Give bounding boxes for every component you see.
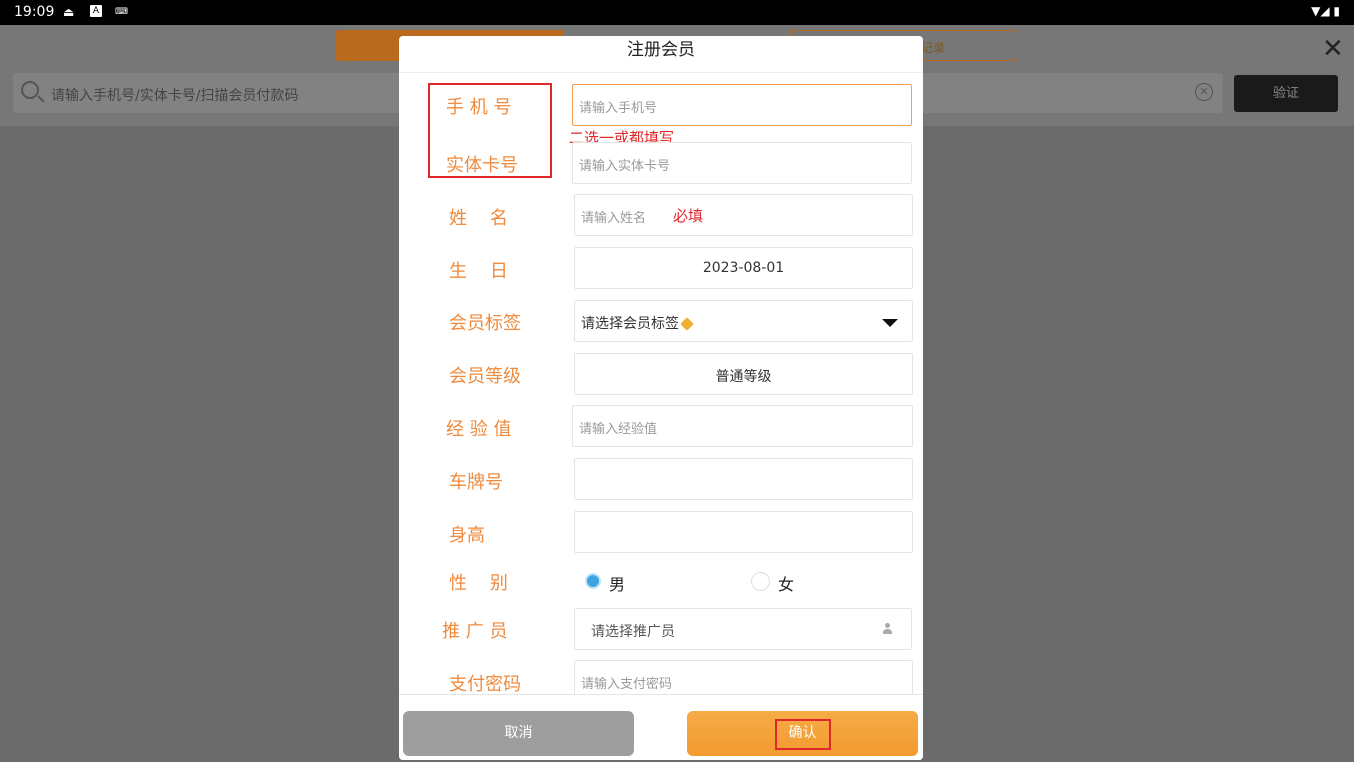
dialog-title: 注册会员 xyxy=(399,36,923,73)
exp-input[interactable]: 请输入经验值 xyxy=(572,405,913,447)
birthday-value: 2023-08-01 xyxy=(702,260,785,276)
gender-female-radio[interactable] xyxy=(751,572,770,591)
tag-placeholder: 请选择会员标签 xyxy=(581,313,694,333)
dropdown-arrow-icon xyxy=(882,319,898,327)
card-input[interactable]: 请输入实体卡号 xyxy=(572,142,912,184)
level-field[interactable]: 普通等级 xyxy=(574,353,913,395)
promoter-placeholder: 请选择推广员 xyxy=(591,624,675,640)
gender-male-radio[interactable] xyxy=(585,573,601,589)
name-label: 姓 名 xyxy=(449,208,508,229)
close-icon[interactable]: ✕ xyxy=(1322,36,1344,62)
birthday-field[interactable]: 2023-08-01 xyxy=(574,247,913,289)
pay-password-label: 支付密码 xyxy=(449,674,521,695)
eject-icon: ⏏ xyxy=(63,5,75,19)
clear-icon: ✕ xyxy=(1195,83,1213,101)
search-icon xyxy=(21,81,39,99)
required-note: 必填 xyxy=(673,207,704,225)
promoter-label: 推 广 员 xyxy=(442,621,508,642)
verify-button: 验证 xyxy=(1234,75,1338,112)
plate-label: 车牌号 xyxy=(449,472,503,493)
gender-female-label[interactable]: 女 xyxy=(778,571,794,595)
exp-label: 经 验 值 xyxy=(446,419,512,440)
app-a-icon: A xyxy=(90,5,102,17)
name-placeholder: 请输入姓名 xyxy=(581,211,647,226)
level-label: 会员等级 xyxy=(449,366,521,387)
highlight-box-confirm xyxy=(775,719,831,750)
status-bar: 19:09 ⏏ A ⌨ ▼◢ ▮ xyxy=(0,0,1354,25)
status-time: 19:09 xyxy=(14,4,55,20)
promoter-select[interactable]: 请选择推广员 xyxy=(574,608,912,650)
height-label: 身高 xyxy=(449,525,485,546)
background-tab-label: 记录 xyxy=(921,41,946,55)
phone-input[interactable]: 请输入手机号 xyxy=(572,84,912,126)
wifi-battery-icon: ▼◢ ▮ xyxy=(1311,4,1340,18)
height-input[interactable] xyxy=(574,511,913,553)
phone-placeholder: 请输入手机号 xyxy=(579,101,658,116)
name-input[interactable]: 请输入姓名 必填 xyxy=(574,194,913,236)
exp-placeholder: 请输入经验值 xyxy=(579,422,658,437)
pay-password-placeholder: 请输入支付密码 xyxy=(581,677,673,692)
highlight-box-id-fields xyxy=(428,83,552,178)
gender-label: 性 别 xyxy=(449,573,508,594)
person-icon[interactable] xyxy=(883,623,895,635)
level-value: 普通等级 xyxy=(715,369,772,385)
tag-icon xyxy=(680,317,694,331)
birthday-label: 生 日 xyxy=(449,261,508,282)
keyboard-icon: ⌨ xyxy=(115,7,128,17)
tag-label: 会员标签 xyxy=(449,313,521,334)
plate-input[interactable] xyxy=(574,458,913,500)
button-bar: 取消 确认 xyxy=(399,694,923,760)
cancel-button[interactable]: 取消 xyxy=(403,711,634,756)
card-placeholder: 请输入实体卡号 xyxy=(579,159,671,174)
tag-select[interactable]: 请选择会员标签 xyxy=(574,300,913,342)
register-member-dialog: 注册会员 手 机 号 请输入手机号 二选一或都填写 实体卡号 请输入实体卡号 姓… xyxy=(399,36,923,760)
background-search-placeholder: 请输入手机号/实体卡号/扫描会员付款码 xyxy=(51,88,299,104)
gender-male-label[interactable]: 男 xyxy=(609,571,625,595)
